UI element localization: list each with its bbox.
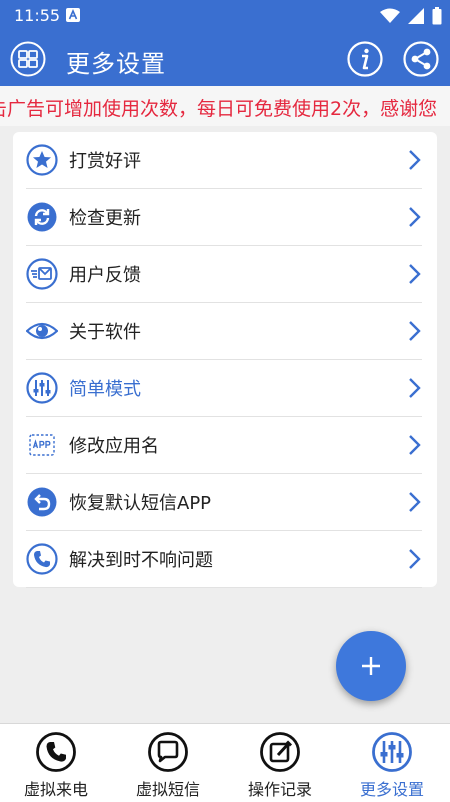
menu-item-restore-default-sms[interactable]: 恢复默认短信APP (26, 474, 422, 531)
eye-icon (26, 322, 58, 340)
sliders-icon (26, 372, 58, 404)
chevron-right-icon (409, 150, 421, 170)
star-icon (26, 144, 58, 176)
nav-item-operation-log[interactable]: 操作记录 (224, 724, 336, 802)
menu-item-label: 解决到时不响问题 (69, 550, 213, 571)
sliders-icon (372, 732, 412, 772)
menu-item-rate[interactable]: 打赏好评 (26, 132, 422, 189)
notification-a-icon (66, 8, 80, 22)
notice-text: 击广告可增加使用次数，每日可免费使用2次，感谢您 (0, 98, 438, 120)
menu-item-feedback[interactable]: 用户反馈 (26, 246, 422, 303)
app-logo-icon[interactable] (10, 41, 46, 77)
menu-item-label: 简单模式 (69, 379, 141, 400)
feedback-mail-icon (26, 258, 58, 290)
nav-item-more-settings[interactable]: 更多设置 (336, 724, 448, 802)
menu-item-label: 恢复默认短信APP (69, 493, 212, 514)
info-icon[interactable] (347, 41, 383, 77)
menu-item-label: 打赏好评 (69, 151, 141, 172)
phone-icon (36, 732, 76, 772)
bottom-nav: 虚拟来电 虚拟短信 操作记录 更多设置 (0, 723, 450, 802)
page-title: 更多设置 (66, 50, 166, 78)
chevron-right-icon (409, 321, 421, 341)
chevron-right-icon (409, 549, 421, 569)
scrolling-notice: 击广告可增加使用次数，每日可免费使用2次，感谢您 (0, 86, 450, 126)
menu-item-label: 关于软件 (69, 322, 141, 343)
menu-item-fix-no-ring[interactable]: 解决到时不响问题 (26, 531, 422, 588)
chevron-right-icon (409, 435, 421, 455)
nav-item-label: 操作记录 (247, 780, 312, 799)
chevron-right-icon (409, 207, 421, 227)
menu-item-label: 修改应用名 (69, 436, 159, 457)
nav-item-label: 虚拟来电 (23, 780, 88, 799)
nav-item-virtual-call[interactable]: 虚拟来电 (0, 724, 112, 802)
menu-item-label: 检查更新 (69, 208, 141, 229)
menu-item-label: 用户反馈 (69, 265, 141, 286)
plus-icon (362, 657, 380, 675)
menu-item-rename-app[interactable]: 修改应用名 (26, 417, 422, 474)
message-icon (148, 732, 188, 772)
menu-item-about[interactable]: 关于软件 (26, 303, 422, 360)
chevron-right-icon (409, 264, 421, 284)
app-rename-icon (29, 434, 55, 456)
chevron-right-icon (409, 378, 421, 398)
wifi-icon (380, 8, 400, 23)
menu-item-simple-mode[interactable]: 简单模式 (26, 360, 422, 417)
nav-item-label: 虚拟短信 (135, 780, 200, 799)
menu-item-check-update[interactable]: 检查更新 (26, 189, 422, 246)
app-bar: 更多设置 (0, 32, 450, 86)
refresh-icon (27, 202, 57, 232)
status-bar: 11:55 (0, 0, 450, 32)
battery-icon (432, 7, 442, 25)
settings-list: 打赏好评 检查更新 用户反馈 关于软件 简单模式 修改应用名 恢复默认短信APP… (13, 132, 437, 588)
nav-item-label: 更多设置 (359, 780, 424, 799)
status-time: 11:55 (14, 6, 61, 25)
signal-icon (408, 8, 424, 24)
share-icon[interactable] (403, 41, 439, 77)
edit-icon (260, 732, 300, 772)
add-fab-button[interactable] (336, 631, 406, 701)
nav-item-virtual-sms[interactable]: 虚拟短信 (112, 724, 224, 802)
chevron-right-icon (409, 492, 421, 512)
undo-icon (27, 487, 57, 517)
phone-icon (26, 543, 58, 575)
